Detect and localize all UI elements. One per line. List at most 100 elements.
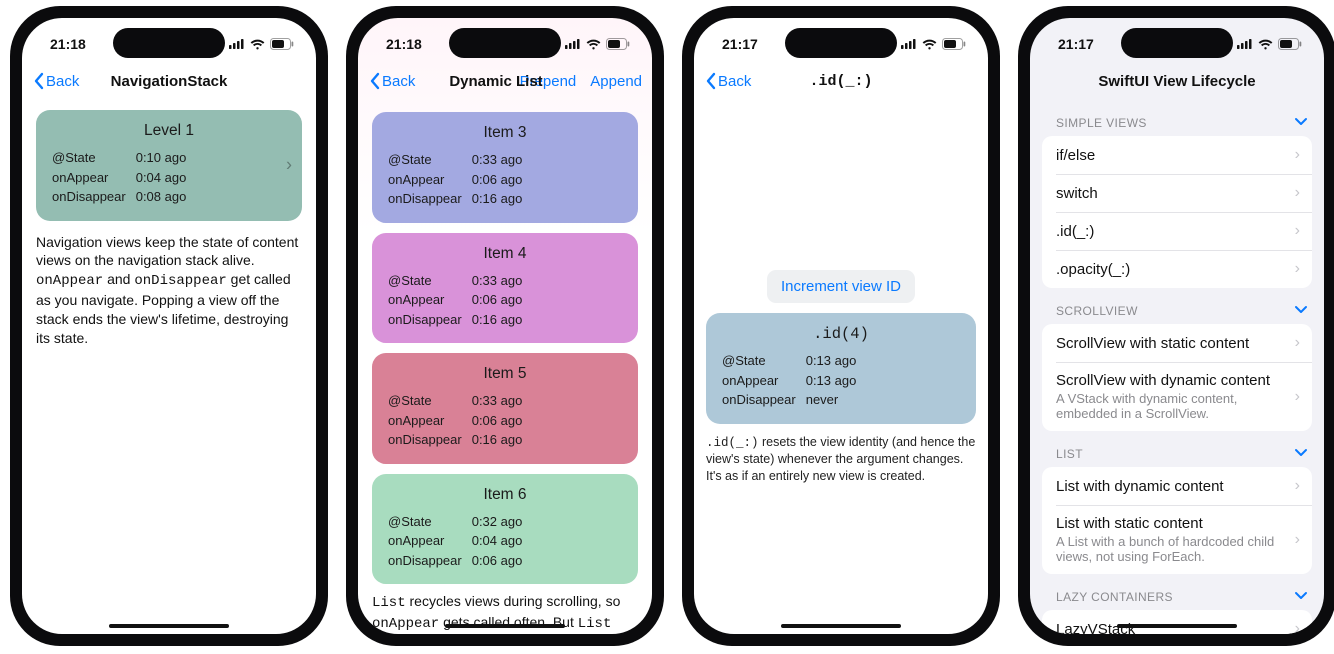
nav-bar: Back Dynamic List Prepend Append (358, 62, 652, 100)
level-card[interactable]: Level 1 @State0:10 ago onAppear0:04 ago … (36, 110, 302, 221)
prepend-button[interactable]: Prepend (520, 73, 577, 90)
nav-bar: Back .id(_:) (694, 62, 988, 100)
nav-bar: Back NavigationStack (22, 62, 316, 100)
chevron-down-icon (1294, 116, 1308, 130)
lifecycle-table: @State0:13 ago onAppear0:13 ago onDisapp… (722, 351, 856, 410)
section-header[interactable]: SCROLLVIEW (1042, 288, 1312, 324)
sections-list[interactable]: SIMPLE VIEWSif/else›switch›.id(_:)›.opac… (1030, 100, 1324, 634)
home-indicator[interactable] (109, 624, 229, 628)
card-title: Item 3 (388, 124, 622, 142)
chevron-right-icon: › (1295, 260, 1300, 278)
explanation-text: Navigation views keep the state of conte… (36, 233, 302, 348)
row-subtitle: A List with a bunch of hardcoded child v… (1056, 534, 1295, 564)
home-indicator[interactable] (1117, 624, 1237, 628)
lifecycle-table: @State0:33 ago onAppear0:06 ago onDisapp… (388, 271, 522, 330)
menu-row[interactable]: .opacity(_:) › (1042, 250, 1312, 288)
phone-1: 21:18 Back NavigationStack Level 1 @Stat… (10, 6, 328, 646)
append-button[interactable]: Append (590, 73, 642, 90)
wifi-icon (586, 39, 601, 50)
back-button[interactable]: Back (704, 72, 751, 90)
phone-4: 21:17 SwiftUI View Lifecycle SIMPLE VIEW… (1018, 6, 1334, 646)
dynamic-island (113, 28, 225, 58)
back-label: Back (382, 73, 415, 90)
list-item-card[interactable]: Item 5 @State0:33 ago onAppear0:06 ago o… (372, 353, 638, 464)
phone-3: 21:17 Back .id(_:) Increment view ID .id… (682, 6, 1000, 646)
row-title: List with static content (1056, 515, 1295, 532)
increment-button[interactable]: Increment view ID (767, 270, 915, 303)
menu-row[interactable]: List with dynamic content› (1042, 467, 1312, 505)
chevron-down-icon (1294, 590, 1308, 604)
chevron-left-icon (368, 72, 382, 90)
chevron-right-icon: › (1295, 531, 1300, 549)
section-group: if/else › switch› .id(_:) › .opacity(_:) › (1042, 136, 1312, 288)
row-subtitle: A VStack with dynamic content, embedded … (1056, 391, 1295, 421)
phone-2: 21:18 Back Dynamic List Prepend Append I… (346, 6, 664, 646)
section-title: SCROLLVIEW (1056, 304, 1138, 318)
dynamic-island (449, 28, 561, 58)
battery-icon (270, 38, 294, 50)
home-indicator[interactable] (445, 624, 565, 628)
chevron-left-icon (32, 72, 46, 90)
row-title: .id(_:) (1056, 223, 1094, 240)
list-item-card[interactable]: Item 6 @State0:32 ago onAppear0:04 ago o… (372, 474, 638, 585)
back-button[interactable]: Back (368, 72, 415, 90)
explanation-text: .id(_:) resets the view identity (and he… (706, 434, 976, 486)
nav-title: SwiftUI View Lifecycle (1030, 73, 1324, 90)
row-title: if/else (1056, 147, 1095, 164)
list-item-card[interactable]: Item 4 @State0:33 ago onAppear0:06 ago o… (372, 233, 638, 344)
battery-icon (606, 38, 630, 50)
id-card: .id(4) @State0:13 ago onAppear0:13 ago o… (706, 313, 976, 424)
battery-icon (1278, 38, 1302, 50)
chevron-right-icon: › (1295, 334, 1300, 352)
chevron-down-icon (1294, 447, 1308, 461)
section-header[interactable]: LAZY CONTAINERS (1042, 574, 1312, 610)
section-group: LazyVStack›LazyVGrid› (1042, 610, 1312, 634)
section-header[interactable]: SIMPLE VIEWS (1042, 100, 1312, 136)
chevron-right-icon: › (1295, 222, 1300, 240)
cellular-icon (901, 39, 917, 49)
section-title: SIMPLE VIEWS (1056, 116, 1147, 130)
dynamic-island (1121, 28, 1233, 58)
menu-row[interactable]: LazyVStack› (1042, 610, 1312, 634)
cellular-icon (229, 39, 245, 49)
menu-row[interactable]: ScrollView with dynamic content A VStack … (1042, 362, 1312, 431)
status-time: 21:17 (722, 36, 758, 52)
card-title: Item 5 (388, 365, 622, 383)
menu-row[interactable]: switch› (1042, 174, 1312, 212)
lifecycle-table: @State0:10 ago onAppear0:04 ago onDisapp… (52, 148, 186, 207)
row-title: switch (1056, 185, 1098, 202)
lifecycle-table: @State0:32 ago onAppear0:04 ago onDisapp… (388, 512, 522, 571)
chevron-right-icon: › (1295, 477, 1300, 495)
menu-row[interactable]: .id(_:) › (1042, 212, 1312, 250)
wifi-icon (922, 39, 937, 50)
menu-row[interactable]: List with static content A List with a bu… (1042, 505, 1312, 574)
section-group: List with dynamic content›List with stat… (1042, 467, 1312, 574)
battery-icon (942, 38, 966, 50)
back-label: Back (46, 73, 79, 90)
back-label: Back (718, 73, 751, 90)
chevron-right-icon: › (1295, 388, 1300, 406)
menu-row[interactable]: if/else › (1042, 136, 1312, 174)
home-indicator[interactable] (781, 624, 901, 628)
status-time: 21:18 (50, 36, 86, 52)
section-group: ScrollView with static content›ScrollVie… (1042, 324, 1312, 431)
status-time: 21:17 (1058, 36, 1094, 52)
menu-row[interactable]: ScrollView with static content › (1042, 324, 1312, 362)
row-title: .opacity(_:) (1056, 261, 1130, 278)
back-button[interactable]: Back (32, 72, 79, 90)
chevron-right-icon: › (1295, 146, 1300, 164)
list-item-card[interactable]: Item 3 @State0:33 ago onAppear0:06 ago o… (372, 112, 638, 223)
wifi-icon (250, 39, 265, 50)
chevron-right-icon: › (1295, 620, 1300, 634)
wifi-icon (1258, 39, 1273, 50)
section-title: LAZY CONTAINERS (1056, 590, 1173, 604)
chevron-left-icon (704, 72, 718, 90)
card-title: Item 6 (388, 486, 622, 504)
row-title: ScrollView with static content (1056, 335, 1249, 352)
dynamic-island (785, 28, 897, 58)
section-title: LIST (1056, 447, 1083, 461)
chevron-down-icon (1294, 304, 1308, 318)
nav-bar: SwiftUI View Lifecycle (1030, 62, 1324, 100)
section-header[interactable]: LIST (1042, 431, 1312, 467)
row-title: ScrollView with dynamic content (1056, 372, 1295, 389)
